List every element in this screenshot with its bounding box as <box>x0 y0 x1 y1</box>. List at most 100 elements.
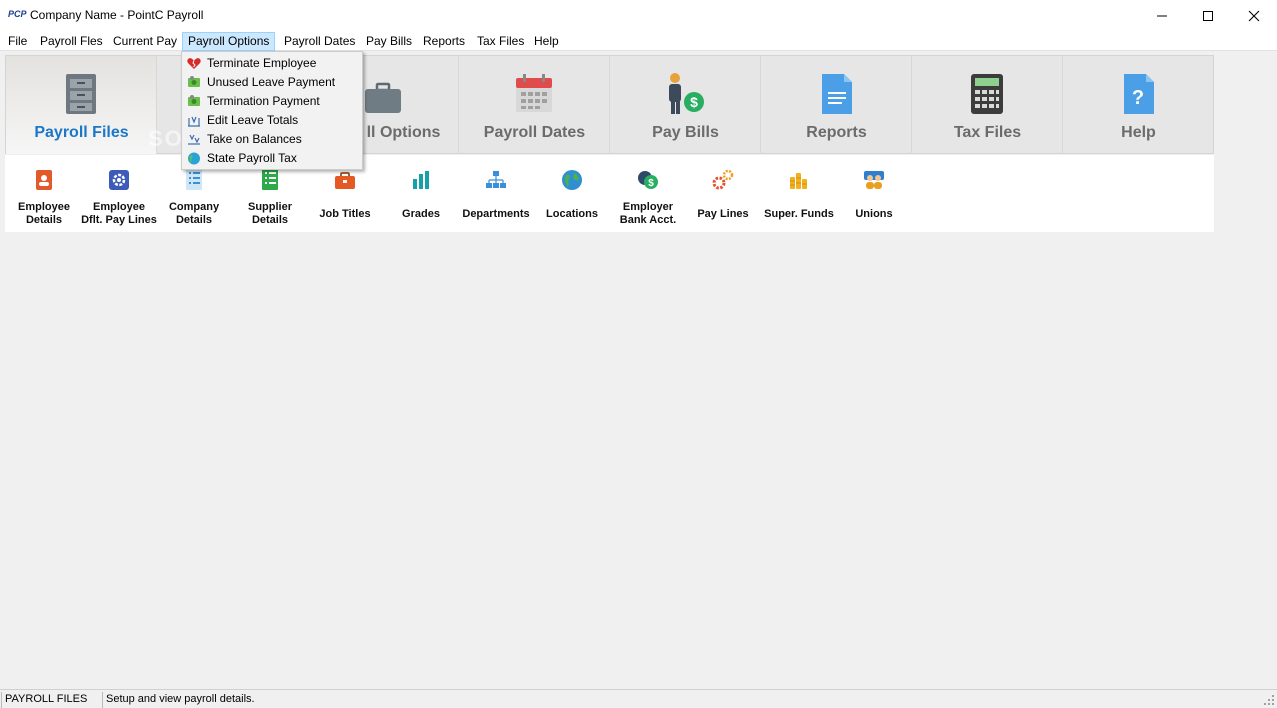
svg-text:?: ? <box>1132 87 1144 109</box>
menu-payroll-dates[interactable]: Payroll Dates <box>278 32 361 51</box>
sub-label-line1: Locations <box>546 208 598 220</box>
ribbon-tab-label: Payroll Dates <box>483 124 586 141</box>
menu-pay-bills[interactable]: Pay Bills <box>360 32 418 51</box>
svg-text:$: $ <box>648 178 654 189</box>
briefcase-icon <box>365 82 401 113</box>
document-icon <box>822 74 852 114</box>
employee-dflt-pay-lines-button[interactable]: Employee Dflt. Pay Lines <box>81 165 157 227</box>
grades-button[interactable]: Grades <box>383 165 459 227</box>
money-icon <box>188 95 200 106</box>
sub-label-line1: Grades <box>402 208 440 220</box>
maximize-button[interactable] <box>1185 0 1231 31</box>
menu-item-termination-payment[interactable]: Termination Payment <box>182 92 362 111</box>
sub-label-line2: Details <box>25 214 63 226</box>
list-icon <box>186 169 202 190</box>
ribbon-tab-label: Payroll Files <box>34 124 129 141</box>
coins-icon: $ <box>638 171 658 189</box>
sub-label-line1: Pay Lines <box>697 208 749 220</box>
people-icon <box>864 171 884 189</box>
sub-label-line2: Details <box>251 214 289 226</box>
ribbon-tab-payroll-dates[interactable]: Payroll Dates <box>459 56 610 154</box>
menu-current-pay[interactable]: Current Pay <box>107 32 183 51</box>
sub-label-line2: Bank Acct. <box>619 214 677 226</box>
bar-chart-icon <box>413 171 429 189</box>
briefcase-icon <box>335 172 355 189</box>
menu-item-label: Take on Balances <box>207 132 302 146</box>
menu-item-edit-leave-totals[interactable]: Edit Leave Totals <box>182 111 362 130</box>
balances-icon <box>188 134 200 145</box>
person-money-icon: $ <box>669 73 704 114</box>
menu-item-label: Terminate Employee <box>207 56 317 70</box>
sub-label-line1: Company <box>168 201 220 213</box>
menu-item-label: Unused Leave Payment <box>207 75 336 89</box>
supplier-details-button[interactable]: Supplier Details <box>232 165 308 227</box>
menu-item-label: State Payroll Tax <box>207 151 297 165</box>
window-title: Company Name - PointC Payroll <box>30 8 204 22</box>
globe-icon <box>562 170 582 190</box>
status-section: PAYROLL FILES <box>1 692 103 708</box>
gears-icon <box>712 169 734 190</box>
title-bar: PCP Company Name - PointC Payroll <box>0 0 1277 31</box>
ribbon-tab-tax-files[interactable]: Tax Files <box>912 56 1063 154</box>
menu-item-terminate-employee[interactable]: Terminate Employee <box>182 54 362 73</box>
sub-label-line1: Supplier <box>247 201 292 213</box>
sub-label-line1: Departments <box>462 208 530 220</box>
sub-label-line2: Details <box>175 214 213 226</box>
edit-totals-icon <box>188 116 200 127</box>
ribbon-tab-reports[interactable]: Reports <box>761 56 912 154</box>
departments-button[interactable]: Departments <box>458 165 534 227</box>
close-icon <box>1248 10 1260 21</box>
close-button[interactable] <box>1231 0 1277 31</box>
menu-item-state-payroll-tax[interactable]: State Payroll Tax <box>182 149 362 168</box>
globe-icon <box>188 152 200 165</box>
locations-button[interactable]: Locations <box>534 165 610 227</box>
sub-label-line1: Employer <box>622 201 674 213</box>
menu-bar: File Payroll Fles Current Pay Payroll Op… <box>0 31 1277 51</box>
gear-settings-icon <box>109 170 129 190</box>
ribbon-tab-help[interactable]: ? Help <box>1063 56 1214 154</box>
filing-cabinet-icon <box>66 74 96 114</box>
payroll-options-dropdown: Terminate Employee Unused Leave Payment … <box>181 51 363 170</box>
employer-bank-acct-button[interactable]: $ Employer Bank Acct. <box>610 165 686 227</box>
menu-payroll-options[interactable]: Payroll Options <box>182 32 276 51</box>
resize-grip-icon[interactable] <box>1263 694 1275 706</box>
ribbon-tab-label: Help <box>1121 124 1156 141</box>
calculator-icon <box>971 74 1003 114</box>
ribbon-tab-pay-bills[interactable]: $ Pay Bills <box>610 56 761 154</box>
menu-help[interactable]: Help <box>528 32 565 51</box>
menu-item-take-on-balances[interactable]: Take on Balances <box>182 130 362 149</box>
sub-label-line1: Employee <box>18 201 70 213</box>
menu-item-unused-leave-payment[interactable]: Unused Leave Payment <box>182 73 362 92</box>
minimize-icon <box>1157 15 1167 16</box>
company-details-button[interactable]: Company Details <box>156 165 232 227</box>
employee-details-button[interactable]: Employee Details <box>6 165 82 227</box>
help-document-icon: ? <box>1124 74 1154 114</box>
ribbon-tab-label: Reports <box>806 124 867 141</box>
unions-button[interactable]: Unions <box>836 165 912 227</box>
ribbon-tab-payroll-files[interactable]: Payroll Files <box>6 56 157 154</box>
employee-book-icon <box>36 170 52 190</box>
job-titles-button[interactable]: Job Titles <box>307 165 383 227</box>
status-message: Setup and view payroll details. <box>106 693 255 705</box>
ribbon-tab-label: Pay Bills <box>652 124 719 141</box>
sub-label-line1: Super. Funds <box>764 208 834 220</box>
svg-text:$: $ <box>690 94 698 110</box>
maximize-icon <box>1203 10 1213 21</box>
super-funds-button[interactable]: Super. Funds <box>761 165 837 227</box>
app-logo-icon: PCP <box>8 9 27 19</box>
money-icon <box>188 76 200 87</box>
pay-lines-button[interactable]: Pay Lines <box>685 165 761 227</box>
org-chart-icon <box>486 171 506 188</box>
menu-reports[interactable]: Reports <box>417 32 471 51</box>
menu-tax-files[interactable]: Tax Files <box>471 32 530 51</box>
sub-label-line1: Employee <box>93 201 145 213</box>
menu-item-label: Edit Leave Totals <box>207 113 299 127</box>
status-bar: PAYROLL FILES Setup and view payroll det… <box>0 689 1277 708</box>
menu-payroll-files[interactable]: Payroll Fles <box>34 32 109 51</box>
sub-label-line2: Dflt. Pay Lines <box>81 214 157 226</box>
sub-label-line1: Job Titles <box>319 208 371 220</box>
minimize-button[interactable] <box>1139 0 1185 31</box>
sub-label-line1: Unions <box>855 208 893 220</box>
menu-file[interactable]: File <box>2 32 33 51</box>
broken-heart-icon <box>187 58 201 69</box>
